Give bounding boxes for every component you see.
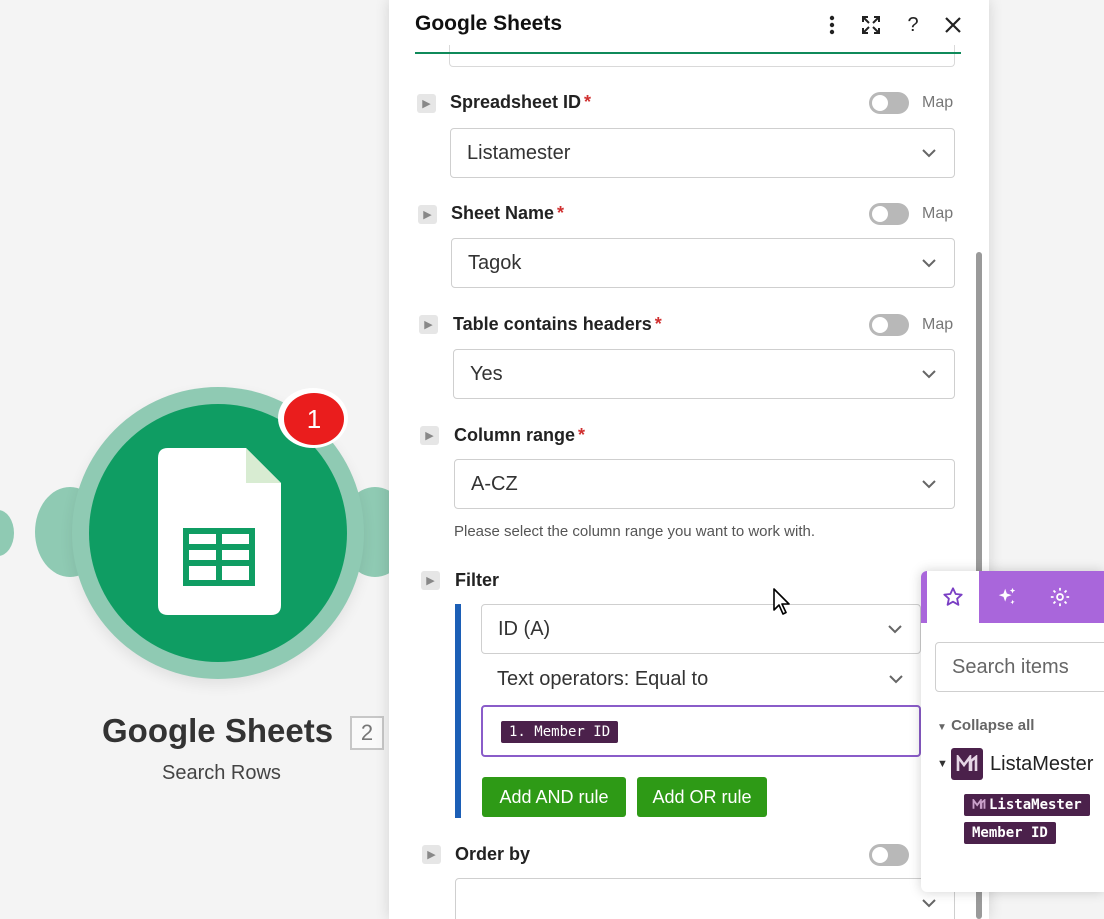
column-range-value: A-CZ: [471, 473, 518, 495]
mouse-cursor-icon: [773, 588, 790, 615]
sheet-name-select[interactable]: Tagok: [451, 238, 955, 288]
filter-value-input[interactable]: 1. Member ID: [481, 705, 921, 757]
sheet-name-label: Sheet Name *: [451, 203, 565, 223]
filter-operator-select[interactable]: Text operators: Equal to: [481, 655, 921, 705]
spreadsheet-id-label: Spreadsheet ID *: [450, 92, 592, 112]
filter-group-bar: [455, 604, 461, 818]
member-id-token[interactable]: 1. Member ID: [501, 721, 619, 743]
member-id-field-token[interactable]: Member ID: [964, 822, 1056, 844]
module-id-badge: 2: [350, 716, 384, 750]
tree-item-listamester[interactable]: ▼ ListaMester: [937, 748, 1093, 780]
panel-header: Google Sheets ?: [415, 0, 961, 54]
gear-icon[interactable]: [1034, 571, 1086, 623]
star-icon[interactable]: [927, 571, 979, 623]
search-placeholder: Search items: [952, 656, 1069, 678]
map-label: Map: [922, 316, 954, 333]
more-vertical-icon[interactable]: [819, 12, 845, 38]
listamester-member-token[interactable]: ListaMester: [964, 794, 1090, 816]
chevron-right-icon[interactable]: ▶: [420, 426, 439, 445]
chevron-down-icon: [922, 899, 936, 908]
caret-down-icon: ▼: [937, 758, 948, 770]
order-by-map-toggle[interactable]: [869, 844, 909, 866]
table-headers-select[interactable]: Yes: [453, 349, 955, 399]
spreadsheet-id-value: Listamester: [467, 142, 571, 164]
chevron-down-icon: [922, 370, 936, 379]
chevron-down-icon: [889, 675, 903, 684]
filter-column-value: ID (A): [498, 618, 551, 640]
mapping-tabs: [921, 571, 1104, 623]
sparkle-icon[interactable]: [981, 571, 1033, 623]
chevron-down-icon: [922, 149, 936, 158]
chevron-right-icon[interactable]: ▶: [417, 94, 436, 113]
order-by-label: Order by: [455, 844, 531, 864]
add-or-rule-button[interactable]: Add OR rule: [637, 777, 767, 817]
column-range-select[interactable]: A-CZ: [454, 459, 955, 509]
spreadsheet-id-select[interactable]: Listamester: [450, 128, 955, 178]
table-headers-value: Yes: [470, 363, 503, 385]
expand-icon[interactable]: [858, 12, 884, 38]
chevron-right-icon[interactable]: ▶: [418, 205, 437, 224]
listamester-app-icon: [951, 748, 983, 780]
more-icon[interactable]: [1087, 571, 1104, 623]
chevron-right-icon[interactable]: ▶: [422, 845, 441, 864]
collapse-all-button[interactable]: ▼ Collapse all: [937, 717, 1034, 734]
table-headers-label: Table contains headers *: [453, 314, 662, 334]
map-label: Map: [922, 205, 954, 222]
chevron-right-icon[interactable]: ▶: [419, 315, 438, 334]
map-label: Map: [922, 94, 954, 111]
help-icon[interactable]: ?: [900, 12, 926, 38]
operations-badge[interactable]: 1: [284, 393, 344, 445]
search-items-input[interactable]: Search items: [935, 642, 1104, 692]
panel-title: Google Sheets: [415, 12, 563, 35]
sheet-name-map-toggle[interactable]: [869, 203, 909, 225]
table-headers-map-toggle[interactable]: [869, 314, 909, 336]
column-range-label: Column range *: [454, 425, 586, 445]
column-range-help: Please select the column range you want …: [454, 523, 816, 540]
google-sheets-icon: [158, 448, 281, 615]
order-by-select[interactable]: [455, 878, 955, 919]
chevron-down-icon: [922, 259, 936, 268]
add-and-rule-button[interactable]: Add AND rule: [482, 777, 626, 817]
listamester-app-icon: [972, 797, 986, 809]
close-icon[interactable]: [940, 12, 966, 38]
tree-item-label: ListaMester: [990, 752, 1094, 775]
chevron-right-icon[interactable]: ▶: [421, 571, 440, 590]
mapping-panel: Search items ▼ Collapse all ▼ ListaMeste…: [921, 571, 1104, 892]
module-subtitle: Search Rows: [162, 762, 281, 784]
filter-label: Filter: [455, 570, 500, 590]
spreadsheet-map-toggle[interactable]: [869, 92, 909, 114]
left-connector[interactable]: [0, 510, 14, 556]
module-title: Google Sheets: [102, 712, 334, 749]
chevron-down-icon: [888, 625, 902, 634]
module-settings-panel: Google Sheets ? ▶ Spreadsheet ID * Map Li…: [389, 0, 989, 919]
filter-operator-value: Text operators: Equal to: [497, 668, 709, 690]
chevron-down-icon: [922, 480, 936, 489]
filter-column-select[interactable]: ID (A): [481, 604, 921, 654]
sheet-name-value: Tagok: [468, 252, 522, 274]
